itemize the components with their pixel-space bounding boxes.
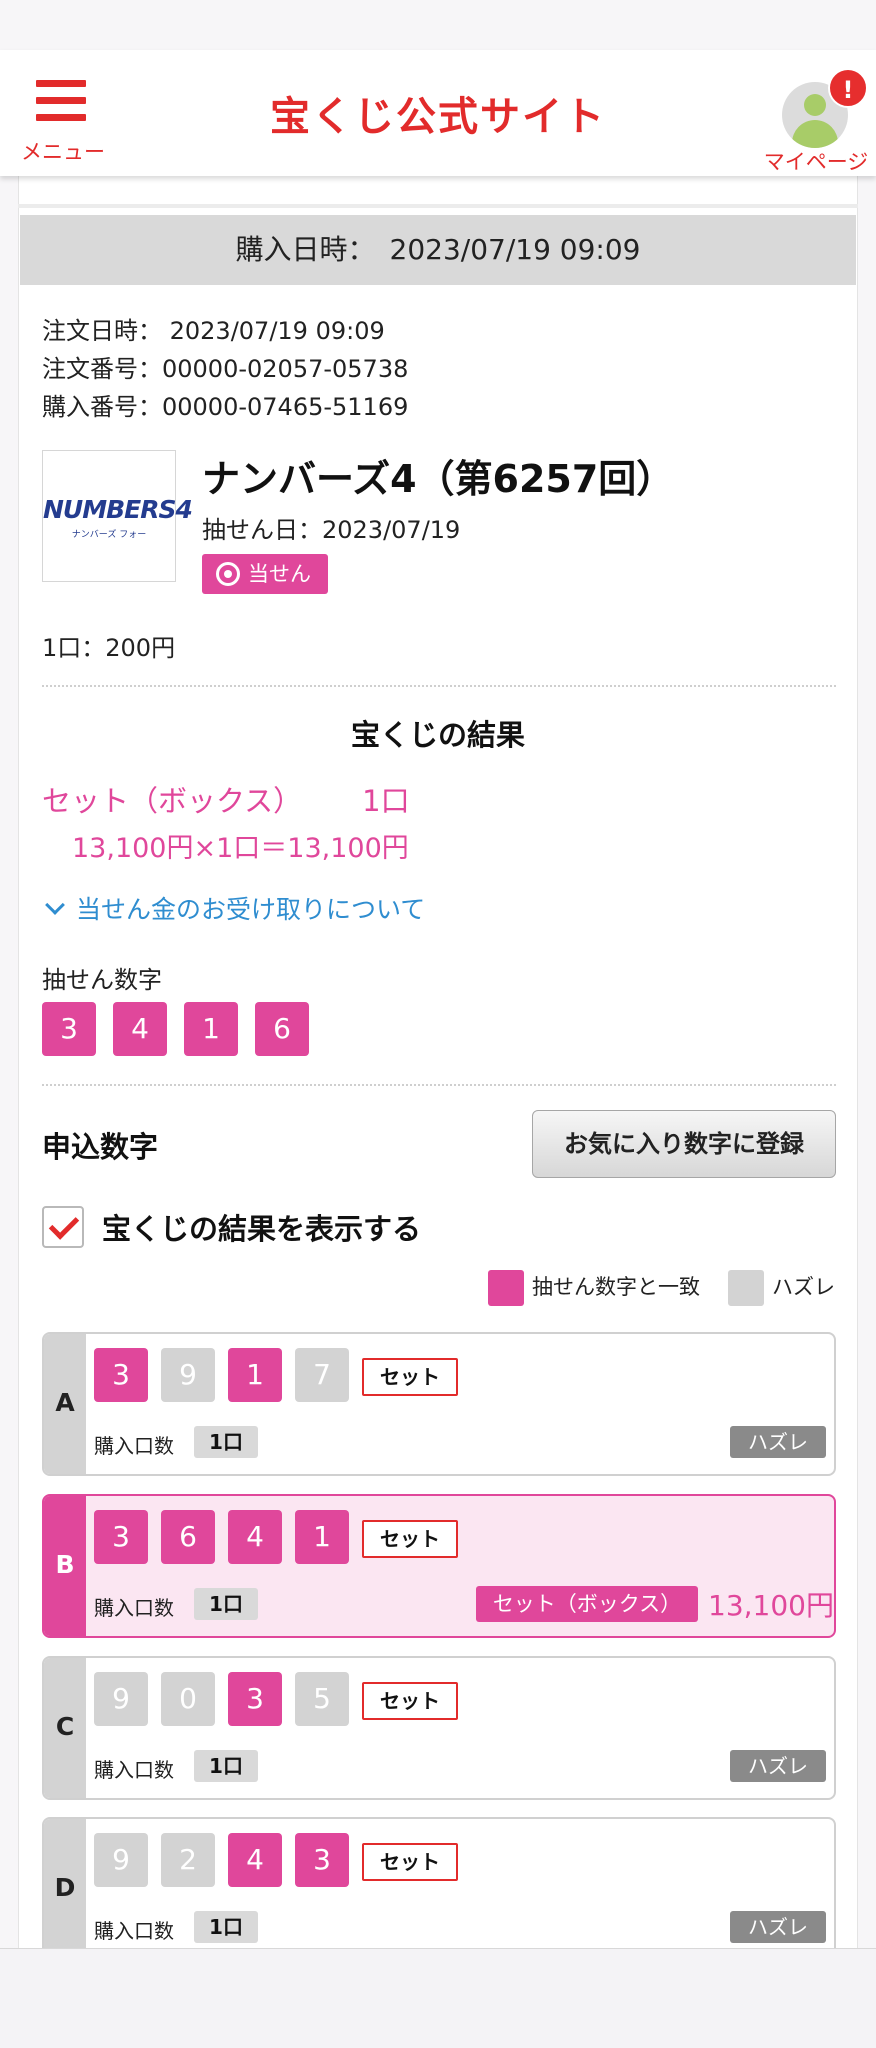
purchase-datetime-bar: 購入日時： 2023/07/19 09:09	[20, 215, 856, 285]
entry-type-tag: セット	[362, 1843, 458, 1881]
quantity-value: 1口	[194, 1750, 258, 1782]
game-title: ナンバーズ4（第6257回）	[202, 457, 675, 501]
win-amount: 13,100円	[708, 1589, 834, 1622]
entry-card-a: A 3917 セット 購入口数 1口 ハズレ	[42, 1332, 836, 1476]
legend-match-label: 抽せん数字と一致	[532, 1275, 700, 1299]
purchase-datetime-label: 購入日時：	[235, 233, 376, 266]
chevron-down-icon	[45, 895, 65, 915]
result-heading: 宝くじの結果	[350, 718, 525, 752]
quantity-value: 1口	[194, 1911, 258, 1943]
receive-info-label: 当せん金のお受け取りについて	[76, 895, 426, 924]
show-result-checkbox[interactable]	[42, 1206, 84, 1248]
dotted-divider	[42, 685, 836, 687]
quantity-label: 購入口数	[94, 1434, 174, 1458]
unit-price: 1口：200円	[42, 634, 176, 662]
result-win-badge: セット（ボックス）	[476, 1586, 698, 1622]
show-result-label: 宝くじの結果を表示する	[102, 1212, 422, 1246]
entry-letter: A	[44, 1334, 86, 1474]
draw-date: 抽せん日：2023/07/19	[202, 516, 461, 544]
draw-numbers-label: 抽せん数字	[42, 966, 162, 994]
draw-number: 1	[184, 1002, 238, 1056]
entry-card-b: B 3641 セット 購入口数 1口 セット（ボックス） 13,100円	[42, 1494, 836, 1638]
order-info: 注文日時： 2023/07/19 09:09 注文番号：00000-02057-…	[42, 312, 408, 426]
dotted-divider	[42, 1084, 836, 1086]
draw-numbers: 3416	[42, 1002, 326, 1056]
entry-number-miss: 9	[94, 1833, 148, 1887]
entry-numbers: 9243	[94, 1833, 362, 1887]
result-miss-badge: ハズレ	[730, 1911, 826, 1943]
entry-number-match: 3	[94, 1348, 148, 1402]
entry-number-match: 6	[161, 1510, 215, 1564]
entry-type-tag: セット	[362, 1520, 458, 1558]
bottom-browser-bar	[0, 1948, 876, 2048]
entry-letter: D	[44, 1819, 86, 1959]
entry-number-match: 4	[228, 1833, 282, 1887]
draw-number: 4	[113, 1002, 167, 1056]
entry-number-match: 1	[228, 1348, 282, 1402]
entry-type-tag: セット	[362, 1358, 458, 1396]
entry-number-miss: 5	[295, 1672, 349, 1726]
entry-number-match: 4	[228, 1510, 282, 1564]
entry-number-miss: 7	[295, 1348, 349, 1402]
quantity-label: 購入口数	[94, 1919, 174, 1943]
legend: 抽せん数字と一致 ハズレ	[488, 1270, 835, 1306]
result-miss-badge: ハズレ	[730, 1426, 826, 1458]
entry-number-miss: 0	[161, 1672, 215, 1726]
entry-number-miss: 9	[161, 1348, 215, 1402]
entry-number-miss: 9	[94, 1672, 148, 1726]
entry-letter: C	[44, 1658, 86, 1798]
site-header: メニュー 宝くじ公式サイト ! マイページ	[0, 50, 876, 176]
divider	[18, 204, 858, 208]
result-prize-line: セット（ボックス） 1口	[42, 778, 410, 820]
quantity-label: 購入口数	[94, 1596, 174, 1620]
register-favorite-button[interactable]: お気に入り数字に登録	[532, 1110, 836, 1178]
legend-miss-swatch	[728, 1270, 764, 1306]
win-status-label: 当せん	[248, 562, 311, 586]
result-prize-type: セット（ボックス）	[42, 784, 303, 818]
result-prize-formula: 13,100円×1口＝13,100円	[72, 833, 409, 864]
result-miss-badge: ハズレ	[730, 1750, 826, 1782]
notification-badge: !	[828, 68, 868, 108]
order-datetime: 注文日時： 2023/07/19 09:09	[42, 317, 385, 345]
mypage-label: マイページ	[763, 150, 869, 174]
entry-letter: B	[44, 1496, 86, 1636]
entry-number-match: 1	[295, 1510, 349, 1564]
entry-numbers: 3641	[94, 1510, 362, 1564]
quantity-value: 1口	[194, 1588, 258, 1620]
entry-number-match: 3	[228, 1672, 282, 1726]
legend-match: 抽せん数字と一致	[488, 1270, 700, 1306]
status-area	[0, 0, 876, 50]
purchase-number: 購入番号：00000-07465-51169	[42, 393, 409, 421]
mypage-button[interactable]: ! マイページ	[760, 64, 872, 174]
numbers4-logo: NUMBERS4 ナンバーズ フォー	[42, 450, 193, 582]
win-status-badge: 当せん	[202, 554, 328, 594]
logo-text: NUMBERS4	[43, 495, 193, 524]
legend-miss: ハズレ	[728, 1270, 835, 1306]
target-icon	[216, 562, 240, 586]
application-numbers-label: 申込数字	[42, 1130, 159, 1164]
logo-subtext: ナンバーズ フォー	[71, 530, 147, 540]
entry-numbers: 9035	[94, 1672, 362, 1726]
site-title-logo[interactable]: 宝くじ公式サイト	[0, 84, 876, 142]
legend-miss-label: ハズレ	[772, 1275, 835, 1299]
draw-number: 6	[255, 1002, 309, 1056]
entry-type-tag: セット	[362, 1682, 458, 1720]
purchase-datetime-value: 2023/07/19 09:09	[389, 233, 641, 266]
entry-numbers: 3917	[94, 1348, 362, 1402]
legend-match-swatch	[488, 1270, 524, 1306]
receive-info-link[interactable]: 当せん金のお受け取りについて	[42, 890, 425, 926]
entry-card-d: D 9243 セット 購入口数 1口 ハズレ	[42, 1817, 836, 1961]
entry-number-match: 3	[94, 1510, 148, 1564]
quantity-value: 1口	[194, 1426, 258, 1458]
draw-number: 3	[42, 1002, 96, 1056]
entry-number-match: 3	[295, 1833, 349, 1887]
result-prize-count: 1口	[362, 784, 410, 818]
entry-card-c: C 9035 セット 購入口数 1口 ハズレ	[42, 1656, 836, 1800]
quantity-label: 購入口数	[94, 1758, 174, 1782]
entry-number-miss: 2	[161, 1833, 215, 1887]
order-number: 注文番号：00000-02057-05738	[42, 355, 409, 383]
